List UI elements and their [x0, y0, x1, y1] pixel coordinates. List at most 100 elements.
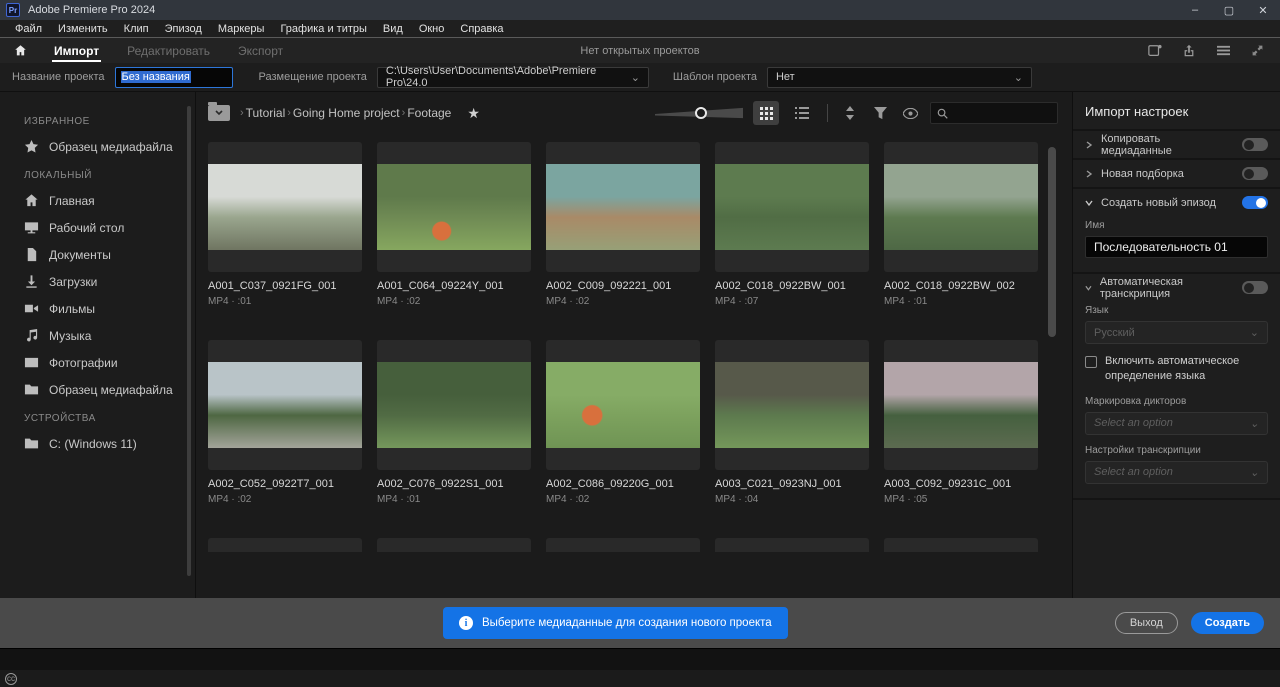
minimize-button[interactable]: – [1178, 0, 1212, 20]
zoom-slider-knob[interactable] [694, 107, 707, 119]
breadcrumb-item[interactable]: Footage [407, 106, 451, 120]
chevron-right-icon[interactable] [1085, 169, 1093, 178]
media-tile[interactable]: A002_C018_0922BW_002 MP4 · :01 [884, 142, 1038, 307]
menu-клип[interactable]: Клип [117, 23, 156, 35]
clip-thumbnail-card[interactable] [208, 340, 362, 470]
media-tile-partial[interactable] [715, 538, 869, 552]
chevron-right-icon[interactable] [1085, 140, 1093, 149]
tab-редактировать[interactable]: Редактировать [113, 38, 224, 63]
media-tile-partial[interactable] [546, 538, 700, 552]
clip-filename: A003_C021_0923NJ_001 [715, 478, 842, 490]
menu-вид[interactable]: Вид [376, 23, 410, 35]
media-tile[interactable]: A002_C086_09220G_001 MP4 · :02 [546, 340, 700, 505]
new-sequence-label[interactable]: Создать новый эпизод [1101, 197, 1234, 209]
sidebar-item[interactable]: Фильмы [0, 295, 195, 322]
create-button[interactable]: Создать [1190, 612, 1264, 634]
clip-filename: A001_C037_0921FG_001 [208, 280, 337, 292]
project-name-input[interactable]: Без названия [114, 66, 233, 88]
fullscreen-icon[interactable] [1251, 44, 1264, 57]
transcription-toggle[interactable] [1242, 281, 1268, 294]
clip-filename: A002_C018_0922BW_001 [715, 280, 846, 292]
search-input[interactable] [930, 102, 1058, 124]
project-location-dropdown[interactable]: C:\Users\User\Documents\Adobe\Premiere P… [376, 65, 649, 89]
media-tile[interactable]: A002_C076_0922S1_001 MP4 · :01 [377, 340, 531, 505]
clip-thumbnail-card[interactable] [377, 340, 531, 470]
sidebar-item[interactable]: C: (Windows 11) [0, 430, 195, 457]
clip-thumbnail-card[interactable] [377, 142, 531, 272]
share-icon[interactable] [1182, 44, 1196, 58]
filter-button[interactable] [870, 103, 890, 123]
exit-button[interactable]: Выход [1114, 612, 1178, 634]
menu-справка[interactable]: Справка [453, 23, 510, 35]
transcription-settings-select[interactable]: Select an option ⌄ [1085, 460, 1268, 484]
language-select[interactable]: Русский ⌄ [1085, 321, 1268, 344]
sidebar-item[interactable]: Рабочий стол [0, 214, 195, 241]
home-button[interactable] [0, 38, 40, 63]
sidebar-item[interactable]: Документы [0, 241, 195, 268]
clip-thumbnail-card[interactable] [884, 142, 1038, 272]
copy-media-toggle[interactable] [1242, 138, 1268, 151]
sidebar-item[interactable]: Музыка [0, 322, 195, 349]
breadcrumb-item[interactable]: Going Home project [293, 106, 400, 120]
sidebar-item[interactable]: Образец медиафайла [0, 133, 195, 160]
favorite-star-icon[interactable]: ★ [467, 105, 480, 122]
tab-экспорт[interactable]: Экспорт [224, 38, 297, 63]
grid-view-button[interactable] [753, 101, 779, 125]
close-button[interactable]: ✕ [1246, 0, 1280, 20]
copy-media-label[interactable]: Копировать медиаданные [1101, 133, 1234, 157]
media-tile[interactable]: A001_C037_0921FG_001 MP4 · :01 [208, 142, 362, 307]
sequence-name-input[interactable]: Последовательность 01 [1085, 236, 1268, 258]
new-bin-label[interactable]: Новая подборка [1101, 168, 1234, 180]
autodetect-language-checkbox[interactable] [1085, 356, 1097, 368]
menu-эпизод[interactable]: Эпизод [158, 23, 209, 35]
tab-импорт[interactable]: Импорт [40, 38, 113, 63]
media-tile[interactable]: A002_C009_092221_001 MP4 · :02 [546, 142, 700, 307]
media-tile-partial[interactable] [884, 538, 1038, 552]
footer-bar: i Выберите медиаданные для создания ново… [0, 598, 1280, 648]
clip-thumbnail [377, 164, 531, 250]
clip-thumbnail-card[interactable] [208, 142, 362, 272]
media-tile[interactable]: A003_C092_09231C_001 MP4 · :05 [884, 340, 1038, 505]
thumbnail-zoom-slider[interactable] [655, 105, 743, 121]
breadcrumb-item[interactable]: Tutorial [246, 106, 286, 120]
hamburger-menu-icon[interactable] [1216, 44, 1231, 57]
media-tile[interactable]: A002_C018_0922BW_001 MP4 · :07 [715, 142, 869, 307]
sidebar-item[interactable]: Главная [0, 187, 195, 214]
new-sequence-toggle[interactable] [1242, 196, 1268, 209]
clip-thumbnail-card[interactable] [546, 340, 700, 470]
clip-thumbnail-card[interactable] [546, 142, 700, 272]
clip-thumbnail-card[interactable] [715, 340, 869, 470]
preview-visibility-button[interactable] [900, 103, 920, 123]
chevron-down-icon[interactable] [1085, 199, 1093, 207]
creative-cloud-icon[interactable]: cc [5, 672, 17, 685]
speaker-labeling-select[interactable]: Select an option ⌄ [1085, 411, 1268, 435]
media-tile[interactable]: A001_C064_09224Y_001 MP4 · :02 [377, 142, 531, 307]
media-tile-partial[interactable] [377, 538, 531, 552]
chevron-down-icon[interactable] [1085, 284, 1092, 292]
menu-окно[interactable]: Окно [412, 23, 452, 35]
media-tile[interactable]: A002_C052_0922T7_001 MP4 · :02 [208, 340, 362, 505]
sidebar-item[interactable]: Образец медиафайла [0, 376, 195, 403]
maximize-button[interactable]: ▢ [1212, 0, 1246, 20]
sort-button[interactable] [840, 103, 860, 123]
project-template-dropdown[interactable]: Нет ⌄ [766, 66, 1032, 88]
sidebar-item[interactable]: Фотографии [0, 349, 195, 376]
media-tile-partial[interactable] [208, 538, 362, 552]
clip-filename: A002_C086_09220G_001 [546, 478, 674, 490]
sidebar-scrollbar[interactable] [187, 106, 191, 576]
menu-изменить[interactable]: Изменить [51, 23, 115, 35]
transcription-label[interactable]: Автоматическая транскрипция [1100, 276, 1234, 300]
menu-маркеры[interactable]: Маркеры [211, 23, 272, 35]
browser-toolbar-right [655, 101, 1058, 125]
sidebar-item[interactable]: Загрузки [0, 268, 195, 295]
workspace-icon[interactable] [1148, 44, 1162, 58]
clip-thumbnail-card[interactable] [884, 340, 1038, 470]
list-view-button[interactable] [789, 101, 815, 125]
menu-графика-и-титры[interactable]: Графика и титры [273, 23, 373, 35]
media-tile[interactable]: A003_C021_0923NJ_001 MP4 · :04 [715, 340, 869, 505]
menu-файл[interactable]: Файл [8, 23, 49, 35]
new-bin-toggle[interactable] [1242, 167, 1268, 180]
folder-dropdown-icon[interactable] [208, 102, 230, 121]
grid-scrollbar[interactable] [1048, 147, 1056, 337]
clip-thumbnail-card[interactable] [715, 142, 869, 272]
